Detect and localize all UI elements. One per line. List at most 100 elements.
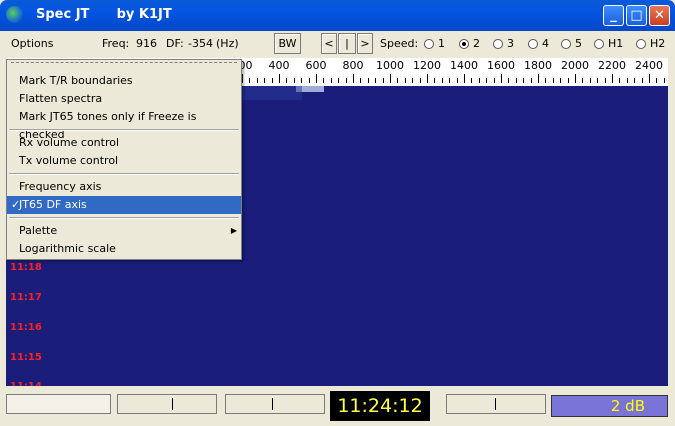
speed-radio-h2[interactable]: H2	[636, 37, 665, 50]
waterfall-time-label: 11:15	[10, 352, 42, 363]
scale-tick	[286, 78, 287, 83]
scale-tick	[619, 78, 620, 83]
scale-tick	[375, 78, 376, 83]
menu-item-label: Rx volume control	[19, 136, 120, 149]
scale-tick	[516, 78, 517, 83]
scale-label: 600	[305, 59, 327, 72]
scale-tick	[649, 74, 650, 83]
maximize-button[interactable]: □	[626, 5, 647, 26]
freq-label: Freq:	[102, 37, 130, 50]
menu-item-label: Tx volume control	[19, 154, 119, 167]
contrast-slider[interactable]	[225, 394, 325, 414]
menu-item-logarithmic-scale[interactable]: Logarithmic scale	[7, 240, 241, 258]
scale-tick	[412, 78, 413, 83]
scale-tick	[634, 78, 635, 83]
scale-tick	[605, 78, 606, 83]
options-menu[interactable]: Options	[11, 37, 53, 50]
menu-item-mark-jt65-tones[interactable]: Mark JT65 tones only if Freeze is checke…	[7, 108, 241, 141]
scale-tick	[331, 78, 332, 83]
gain-slider[interactable]	[446, 394, 546, 414]
maximize-icon: □	[630, 8, 643, 23]
speed-radio-5[interactable]: 5	[561, 37, 582, 50]
radio-indicator-selected	[459, 38, 469, 49]
radio-indicator	[594, 38, 604, 49]
scale-tick	[612, 74, 613, 83]
speed-option-label: 1	[438, 37, 445, 50]
menu-item-label: Logarithmic scale	[19, 242, 116, 255]
menu-item-mark-tr-boundaries[interactable]: Mark T/R boundaries	[7, 72, 241, 90]
close-icon: ✕	[654, 8, 665, 23]
scale-label: 1000	[376, 59, 404, 72]
speed-option-label: 2	[473, 37, 480, 50]
menu-item-frequency-axis[interactable]: Frequency axis	[7, 178, 241, 196]
waterfall-time-label: 11:14	[10, 381, 42, 386]
bw-button[interactable]: BW	[274, 33, 301, 54]
scale-label: 2000	[561, 59, 589, 72]
scale-tick	[264, 78, 265, 83]
scale-tick	[568, 78, 569, 83]
waterfall-time-label: 11:18	[10, 262, 42, 273]
scale-tick	[575, 74, 576, 83]
scale-tick	[442, 78, 443, 83]
slider-thumb[interactable]	[172, 398, 173, 410]
scale-tick	[531, 78, 532, 83]
scale-tick	[597, 78, 598, 83]
toolbar: Options Freq: 916 DF: -354 (Hz) BW < | >…	[4, 31, 671, 57]
scale-tick	[642, 78, 643, 83]
scale-label: 1200	[413, 59, 441, 72]
menu-item-jt65-df-axis[interactable]: ✓ JT65 DF axis	[7, 196, 241, 214]
menu-item-tx-volume[interactable]: Tx volume control	[7, 152, 241, 170]
brightness-slider[interactable]	[117, 394, 217, 414]
options-dropdown-menu: Mark T/R boundaries Flatten spectra Mark…	[6, 59, 242, 260]
scale-label: 2200	[598, 59, 626, 72]
scale-tick	[397, 78, 398, 83]
title-bar: Spec JT by K1JT _ □ ✕	[0, 0, 675, 31]
slider-thumb[interactable]	[272, 398, 273, 410]
scale-label: 1600	[487, 59, 515, 72]
scale-tick	[383, 78, 384, 83]
scale-tick	[494, 78, 495, 83]
scale-tick	[553, 78, 554, 83]
df-value: -354	[188, 37, 213, 50]
scale-tick	[272, 78, 273, 83]
speed-radio-h1[interactable]: H1	[594, 37, 623, 50]
df-unit: (Hz)	[216, 37, 239, 50]
slider-thumb[interactable]	[495, 398, 496, 410]
menu-item-rx-volume[interactable]: Rx volume control	[7, 134, 241, 152]
signal-noise	[242, 86, 302, 100]
speed-option-label: 4	[542, 37, 549, 50]
menu-item-label: JT65 DF axis	[19, 198, 87, 211]
df-label: DF:	[166, 37, 184, 50]
radio-indicator	[528, 38, 538, 49]
speed-radio-2[interactable]: 2	[459, 37, 480, 50]
scale-tick	[427, 74, 428, 83]
scale-tick	[368, 78, 369, 83]
speed-option-label: 3	[507, 37, 514, 50]
menu-item-flatten-spectra[interactable]: Flatten spectra	[7, 90, 241, 108]
menu-tearoff[interactable]	[11, 62, 237, 63]
close-button[interactable]: ✕	[649, 5, 670, 26]
radio-indicator	[561, 38, 571, 49]
scale-tick	[538, 74, 539, 83]
scale-tick	[464, 74, 465, 83]
scale-tick	[656, 78, 657, 83]
app-globe-icon[interactable]	[6, 6, 23, 23]
freq-value: 916	[136, 37, 157, 50]
radio-indicator	[493, 38, 503, 49]
speed-radio-1[interactable]: 1	[424, 37, 445, 50]
minimize-button[interactable]: _	[603, 5, 624, 26]
shift-left-button[interactable]: <	[321, 33, 337, 54]
menu-item-palette[interactable]: Palette ▶	[7, 222, 241, 240]
shift-right-button[interactable]: >	[357, 33, 373, 54]
speed-radio-4[interactable]: 4	[528, 37, 549, 50]
scale-tick	[301, 78, 302, 83]
scale-tick	[664, 78, 665, 83]
menu-item-label: Palette	[19, 224, 58, 237]
scale-tick	[471, 78, 472, 83]
center-button[interactable]: |	[338, 33, 356, 54]
speed-radio-3[interactable]: 3	[493, 37, 514, 50]
check-icon: ✓	[11, 198, 21, 211]
scale-tick	[501, 74, 502, 83]
radio-indicator	[636, 38, 646, 49]
scale-tick	[242, 74, 243, 83]
